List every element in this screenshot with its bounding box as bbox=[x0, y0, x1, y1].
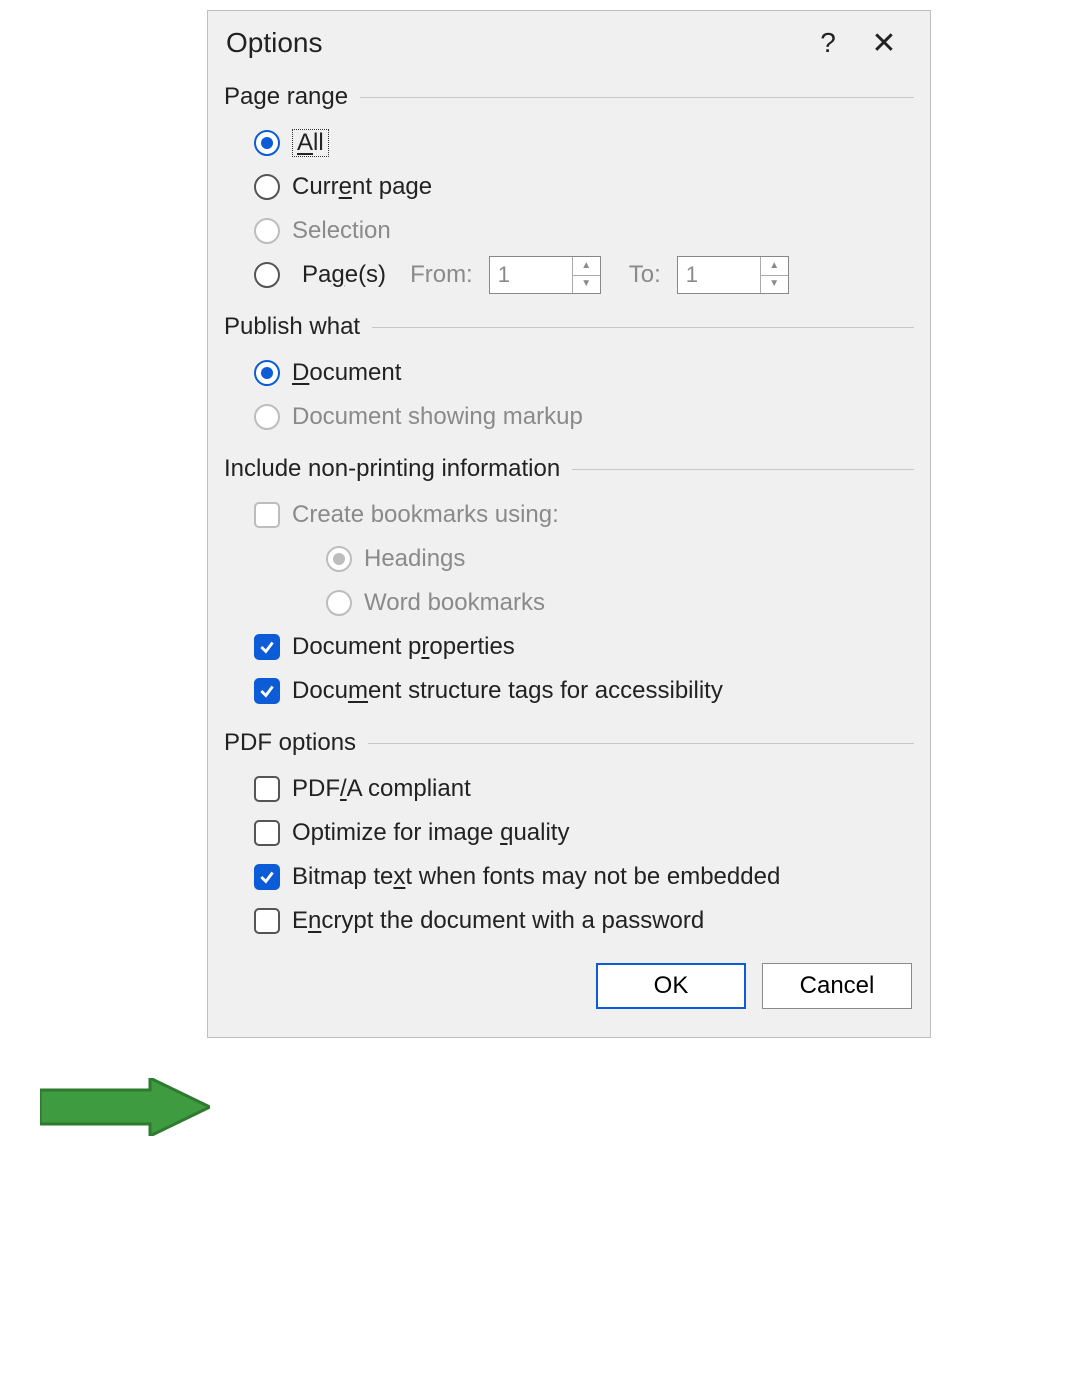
checkbox-icon bbox=[254, 502, 280, 528]
checkbox-doc-properties[interactable]: Document properties Document properties bbox=[254, 625, 914, 669]
to-label: To: bbox=[629, 261, 661, 289]
page-range-header: Page range bbox=[224, 83, 360, 111]
spin-down-icon[interactable]: ▼ bbox=[573, 275, 600, 294]
radio-icon bbox=[254, 404, 280, 430]
spin-up-icon[interactable]: ▲ bbox=[761, 257, 788, 275]
divider bbox=[368, 743, 914, 744]
annotation-arrow-icon bbox=[40, 1078, 210, 1136]
checkbox-icon bbox=[254, 678, 280, 704]
dialog-title: Options bbox=[226, 27, 800, 59]
cancel-button[interactable]: Cancel bbox=[762, 963, 912, 1009]
divider bbox=[360, 97, 914, 98]
spin-down-icon[interactable]: ▼ bbox=[761, 275, 788, 294]
radio-icon bbox=[326, 546, 352, 572]
from-label: From: bbox=[410, 261, 473, 289]
checkbox-icon bbox=[254, 634, 280, 660]
checkbox-pdfa[interactable]: PDF/A compliant PDF/A compliant bbox=[254, 767, 914, 811]
from-value: 1 bbox=[490, 257, 572, 293]
checkbox-encrypt[interactable]: Encrypt the document with a password Enc… bbox=[254, 899, 914, 943]
checkbox-icon bbox=[254, 820, 280, 846]
from-spinner[interactable]: 1 ▲ ▼ bbox=[489, 256, 601, 294]
titlebar: Options ? ✕ bbox=[208, 11, 930, 75]
checkbox-structure-tags[interactable]: Document structure tags for accessibilit… bbox=[254, 669, 914, 713]
radio-word-bookmarks: Word bookmarks bbox=[326, 581, 914, 625]
checkbox-create-bookmarks: Create bookmarks using: bbox=[254, 493, 914, 537]
radio-icon bbox=[254, 130, 280, 156]
checkbox-icon bbox=[254, 864, 280, 890]
options-dialog: Options ? ✕ Page range All All Current p… bbox=[207, 10, 931, 1038]
divider bbox=[572, 469, 914, 470]
radio-headings: Headings bbox=[326, 537, 914, 581]
radio-pages[interactable]: Page(s) Page(s) From: 1 ▲ ▼ To: 1 bbox=[254, 253, 914, 297]
radio-current-page[interactable]: Current page Current page bbox=[254, 165, 914, 209]
radio-all[interactable]: All All bbox=[254, 121, 914, 165]
radio-icon bbox=[254, 174, 280, 200]
help-button[interactable]: ? bbox=[800, 27, 856, 59]
checkbox-icon bbox=[254, 776, 280, 802]
publish-what-header: Publish what bbox=[224, 313, 372, 341]
to-spinner[interactable]: 1 ▲ ▼ bbox=[677, 256, 789, 294]
radio-selection: Selection bbox=[254, 209, 914, 253]
checkbox-bitmap-text[interactable]: Bitmap text when fonts may not be embedd… bbox=[254, 855, 914, 899]
radio-icon bbox=[254, 262, 280, 288]
checkbox-optimize-image[interactable]: Optimize for image quality Optimize for … bbox=[254, 811, 914, 855]
ok-button[interactable]: OK bbox=[596, 963, 746, 1009]
spin-up-icon[interactable]: ▲ bbox=[573, 257, 600, 275]
radio-document-markup: Document showing markup bbox=[254, 395, 914, 439]
pdf-options-header: PDF options bbox=[224, 729, 368, 757]
close-button[interactable]: ✕ bbox=[856, 26, 912, 61]
radio-document[interactable]: Document Document bbox=[254, 351, 914, 395]
radio-icon bbox=[254, 218, 280, 244]
checkbox-icon bbox=[254, 908, 280, 934]
to-value: 1 bbox=[678, 257, 760, 293]
radio-icon bbox=[254, 360, 280, 386]
nonprinting-header: Include non-printing information bbox=[224, 455, 572, 483]
radio-icon bbox=[326, 590, 352, 616]
divider bbox=[372, 327, 914, 328]
